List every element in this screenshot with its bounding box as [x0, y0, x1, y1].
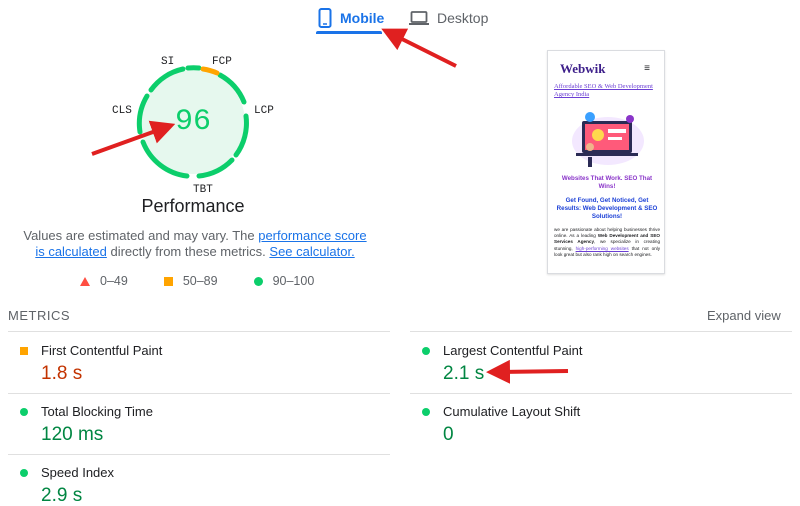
- metric-total-blocking-time: Total Blocking Time 120 ms: [8, 400, 368, 460]
- divider: [8, 454, 390, 455]
- expand-view-button[interactable]: Expand view: [707, 308, 781, 323]
- gauge-label-lcp: LCP: [254, 105, 274, 117]
- device-tabs: Mobile Desktop: [0, 0, 800, 36]
- tab-mobile-label: Mobile: [340, 10, 385, 26]
- tab-desktop[interactable]: Desktop: [409, 4, 488, 32]
- metric-value: 120 ms: [41, 424, 104, 445]
- divider: [8, 393, 390, 394]
- score-description: Values are estimated and may vary. The p…: [20, 228, 370, 260]
- hamburger-menu-icon: ≡: [644, 63, 650, 74]
- metric-value: 2.1 s: [443, 363, 485, 384]
- gauge-label-tbt: TBT: [193, 184, 213, 196]
- orange-square-icon: [20, 347, 28, 355]
- legend-item-average: 50–89: [163, 274, 218, 288]
- gauge-label-cls: CLS: [112, 105, 132, 117]
- site-heading-2: Get Found, Get Noticed, Get Results: Web…: [556, 197, 658, 220]
- tab-mobile[interactable]: Mobile: [318, 4, 384, 32]
- gauge-label-fcp: FCP: [212, 56, 232, 68]
- body-link: high-performing websites: [575, 245, 629, 251]
- legend-label-poor: 0–49: [100, 274, 128, 288]
- metric-speed-index: Speed Index 2.9 s: [8, 461, 368, 506]
- metric-name: First Contentful Paint: [41, 343, 163, 358]
- tab-desktop-label: Desktop: [437, 10, 489, 26]
- score-legend: 0–49 50–89 90–100: [80, 274, 350, 288]
- page-screenshot-thumbnail[interactable]: Webwik ≡ Affordable SEO & Web Developmen…: [547, 50, 665, 274]
- metric-name: Cumulative Layout Shift: [443, 404, 581, 419]
- metric-value: 0: [443, 424, 454, 445]
- description-prefix: Values are estimated and may vary. The: [23, 228, 259, 243]
- metrics-heading: METRICS: [8, 308, 70, 323]
- site-logo: Webwik: [560, 61, 606, 76]
- red-triangle-icon: [80, 276, 90, 286]
- green-circle-icon: [422, 347, 430, 355]
- report-panel: 96 SI FCP LCP CLS TBT Performance Values…: [0, 36, 800, 506]
- hero-illustration: [572, 112, 644, 167]
- green-circle-icon: [20, 408, 28, 416]
- metric-first-contentful-paint: First Contentful Paint 1.8 s: [8, 339, 368, 399]
- site-heading-1: Websites That Work. SEO That Wins!: [561, 175, 653, 190]
- performance-score: 96: [174, 105, 211, 139]
- divider: [410, 331, 792, 332]
- metric-value: 2.9 s: [41, 485, 83, 506]
- laptop-icon: [409, 11, 429, 25]
- divider: [410, 393, 792, 394]
- metric-cumulative-layout-shift: Cumulative Layout Shift 0: [410, 400, 770, 460]
- site-tagline-link: Affordable SEO & Web Development Agency …: [554, 83, 653, 98]
- metric-name: Largest Contentful Paint: [443, 343, 583, 358]
- see-calculator-link[interactable]: See calculator.: [269, 244, 354, 259]
- performance-title: Performance: [141, 196, 245, 216]
- active-tab-indicator: [316, 31, 382, 34]
- site-body-text: we are passionate about helping business…: [554, 227, 660, 258]
- divider: [8, 331, 390, 332]
- orange-square-icon: [163, 276, 173, 286]
- green-circle-icon: [253, 276, 263, 286]
- legend-item-poor: 0–49: [80, 274, 128, 288]
- green-circle-icon: [422, 408, 430, 416]
- metric-value: 1.8 s: [41, 363, 83, 384]
- green-circle-icon: [20, 469, 28, 477]
- gauge-label-si: SI: [161, 56, 175, 68]
- legend-label-average: 50–89: [182, 274, 218, 288]
- smartphone-icon: [318, 8, 332, 28]
- metric-name: Total Blocking Time: [41, 404, 153, 419]
- legend-label-good: 90–100: [272, 274, 315, 288]
- metric-name: Speed Index: [41, 465, 115, 480]
- legend-item-good: 90–100: [253, 274, 315, 288]
- metric-largest-contentful-paint: Largest Contentful Paint 2.1 s: [410, 339, 770, 399]
- description-middle: directly from these metrics.: [106, 244, 270, 259]
